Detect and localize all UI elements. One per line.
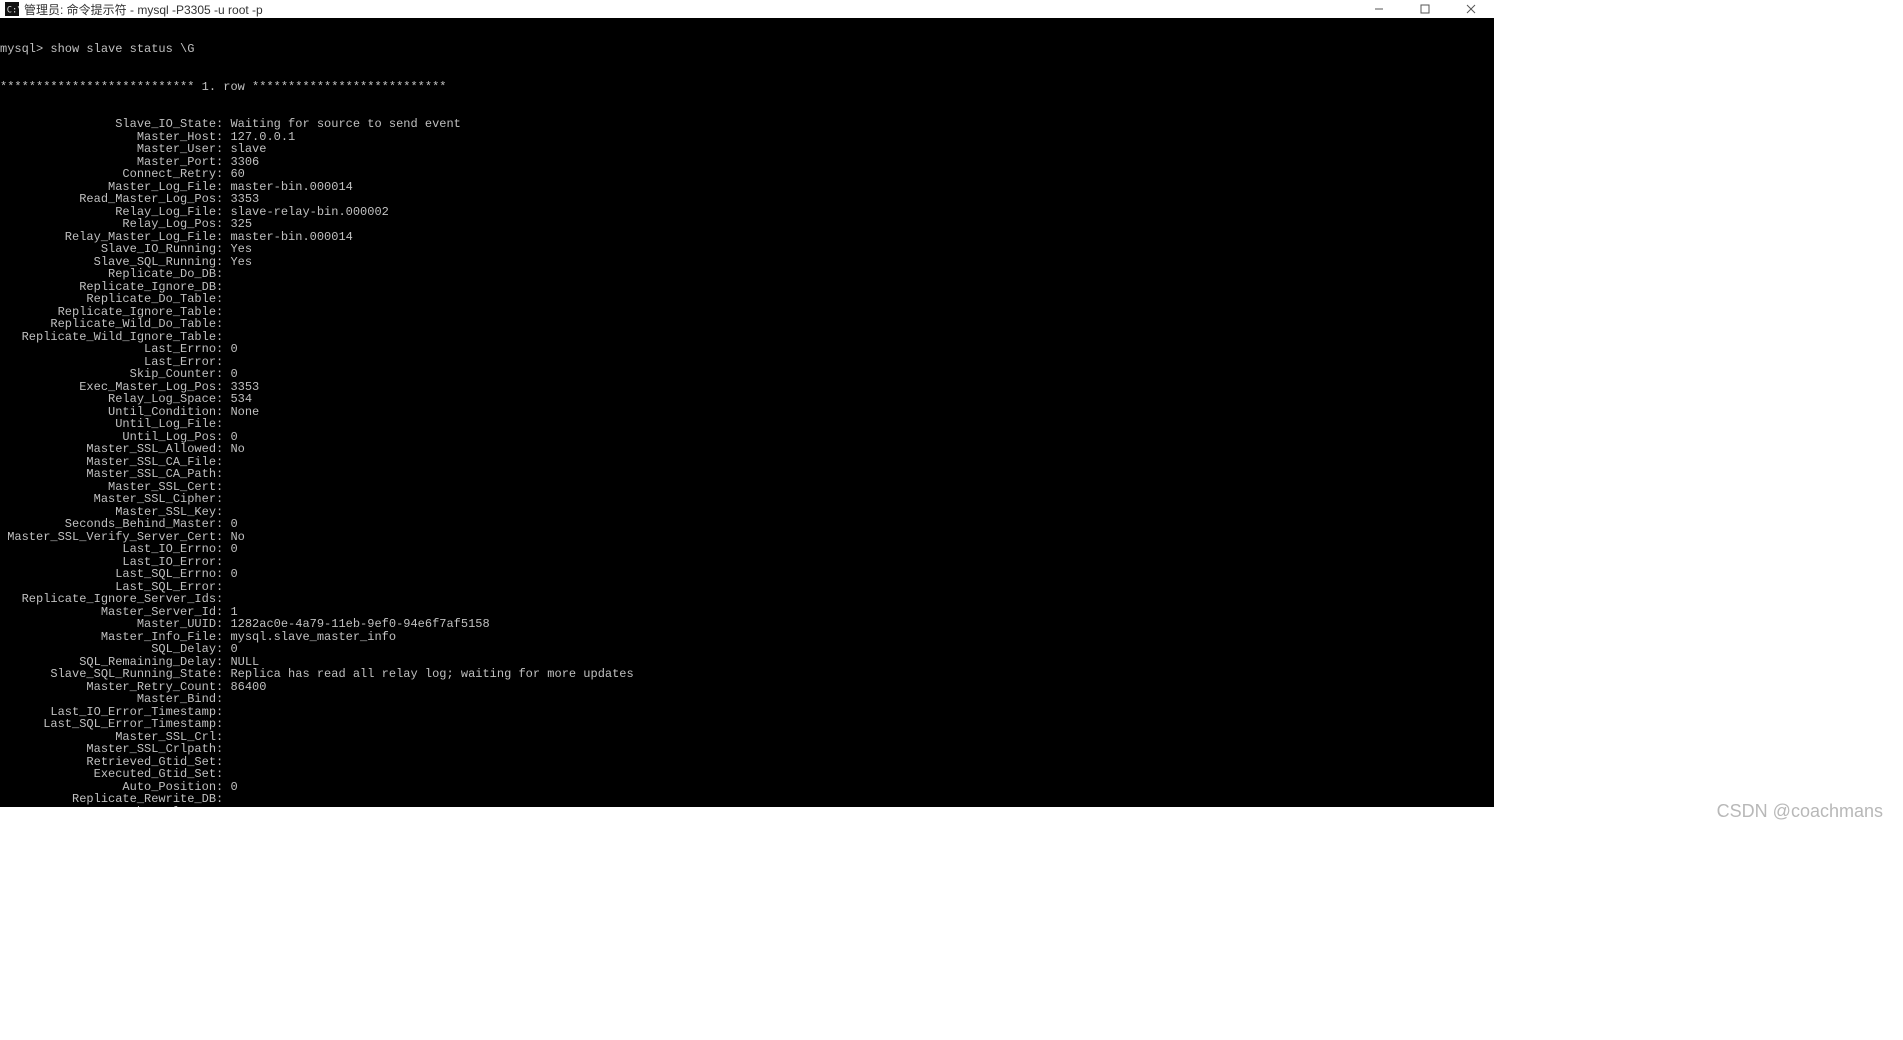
status-row: Relay_Log_Pos: 325 <box>0 218 1494 231</box>
maximize-button[interactable] <box>1402 0 1448 18</box>
watermark: CSDN @coachmans <box>1717 801 1883 822</box>
status-row: Master_UUID: 1282ac0e-4a79-11eb-9ef0-94e… <box>0 618 1494 631</box>
status-row: Slave_SQL_Running_State: Replica has rea… <box>0 668 1494 681</box>
status-row: Master_SSL_Cipher: <box>0 493 1494 506</box>
status-row: Read_Master_Log_Pos: 3353 <box>0 193 1494 206</box>
row-header: *************************** 1. row *****… <box>0 81 1494 94</box>
status-row: Until_Log_File: <box>0 418 1494 431</box>
status-row: Seconds_Behind_Master: 0 <box>0 518 1494 531</box>
cmd-window: C:\ 管理员: 命令提示符 - mysql -P3305 -u root -p… <box>0 0 1494 807</box>
title-bar[interactable]: C:\ 管理员: 命令提示符 - mysql -P3305 -u root -p <box>0 0 1494 18</box>
status-row: Slave_IO_State: Waiting for source to se… <box>0 118 1494 131</box>
status-row: Last_Errno: 0 <box>0 343 1494 356</box>
status-row: Last_SQL_Errno: 0 <box>0 568 1494 581</box>
status-row: Replicate_Do_DB: <box>0 268 1494 281</box>
close-button[interactable] <box>1448 0 1494 18</box>
status-row: Replicate_Rewrite_DB: <box>0 793 1494 806</box>
kv-container: Slave_IO_State: Waiting for source to se… <box>0 118 1494 807</box>
status-row: Channel_Name: <box>0 806 1494 808</box>
status-row: Last_IO_Errno: 0 <box>0 543 1494 556</box>
title-text: 管理员: 命令提示符 - mysql -P3305 -u root -p <box>24 1 263 18</box>
status-row: Master_SSL_Allowed: No <box>0 443 1494 456</box>
terminal-output[interactable]: mysql> show slave status \G ************… <box>0 18 1494 807</box>
status-row: Replicate_Wild_Do_Table: <box>0 318 1494 331</box>
status-row: Executed_Gtid_Set: <box>0 768 1494 781</box>
status-row: Slave_IO_Running: Yes <box>0 243 1494 256</box>
status-row: Relay_Log_Space: 534 <box>0 393 1494 406</box>
cmd-icon: C:\ <box>4 1 20 17</box>
status-row: Master_SSL_Crlpath: <box>0 743 1494 756</box>
status-row: Master_User: slave <box>0 143 1494 156</box>
status-row: Master_Bind: <box>0 693 1494 706</box>
status-row: Skip_Counter: 0 <box>0 368 1494 381</box>
status-row: Last_SQL_Error_Timestamp: <box>0 718 1494 731</box>
prompt-line: mysql> show slave status \G <box>0 43 1494 56</box>
svg-text:C:\: C:\ <box>7 6 19 16</box>
status-row: Connect_Retry: 60 <box>0 168 1494 181</box>
status-row: Replicate_Ignore_Server_Ids: <box>0 593 1494 606</box>
status-row: Replicate_Do_Table: <box>0 293 1494 306</box>
minimize-button[interactable] <box>1356 0 1402 18</box>
status-row: Master_SSL_CA_Path: <box>0 468 1494 481</box>
status-row: SQL_Delay: 0 <box>0 643 1494 656</box>
